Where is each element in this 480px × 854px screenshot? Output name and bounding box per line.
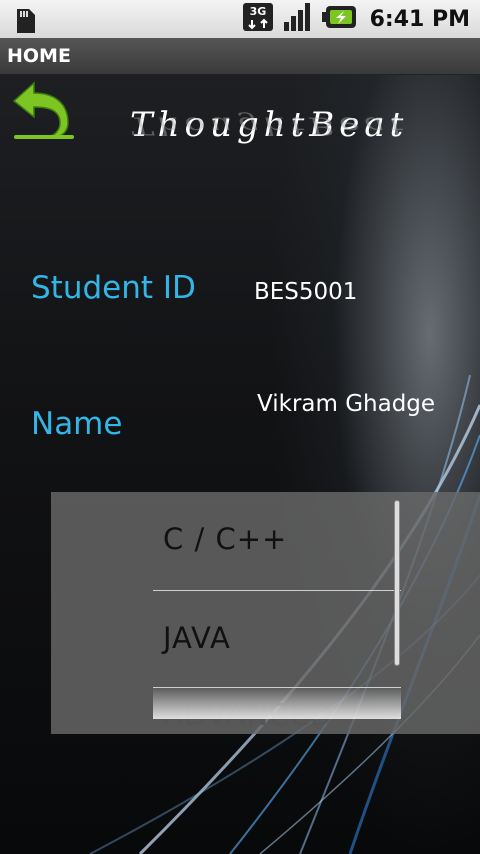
- status-bar: 3G 6:41 PM: [0, 0, 480, 38]
- list-fade-edge: [153, 687, 401, 719]
- name-label: Name: [31, 406, 123, 442]
- student-id-value: BES5001: [254, 279, 358, 305]
- signal-strength-icon: [282, 2, 314, 36]
- battery-charging-icon: [321, 2, 358, 36]
- back-arrow-icon: [12, 81, 74, 139]
- list-scrollbar[interactable]: [394, 500, 400, 666]
- clock: 6:41 PM: [369, 6, 470, 32]
- sd-card-icon: [12, 5, 40, 39]
- course-item-c-cpp[interactable]: C / C++: [153, 492, 401, 589]
- title-bar: HOME: [0, 38, 480, 75]
- course-list[interactable]: C / C++ JAVA ADVANCED: [51, 492, 480, 734]
- main-content: ThoughtBeat ThoughtBeat Student ID BES50…: [0, 75, 480, 854]
- background-light-streaks: [89, 374, 480, 854]
- student-id-label: Student ID: [31, 270, 196, 306]
- network-type-label: 3G: [249, 5, 266, 18]
- brand-reflection: ThoughtBeat: [130, 111, 409, 139]
- 3g-data-icon: 3G: [242, 2, 274, 36]
- course-label: C / C++: [163, 522, 288, 556]
- course-label: JAVA: [163, 621, 231, 655]
- back-button[interactable]: [8, 79, 74, 139]
- brand-logo: ThoughtBeat ThoughtBeat: [130, 105, 420, 165]
- course-item-java[interactable]: JAVA: [153, 591, 401, 688]
- name-value: Vikram Ghadge: [257, 391, 436, 417]
- page-title: HOME: [7, 45, 71, 67]
